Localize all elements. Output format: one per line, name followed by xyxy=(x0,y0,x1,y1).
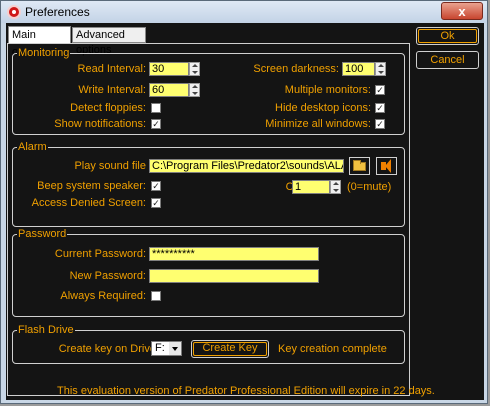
cancel-button[interactable]: Cancel xyxy=(416,51,479,69)
write-interval-label: Write Interval: xyxy=(78,84,146,96)
create-key-button-focus xyxy=(193,342,267,356)
folder-icon xyxy=(353,160,366,171)
screen-darkness-input[interactable]: 100 xyxy=(342,62,375,76)
always-required-label: Always Required: xyxy=(60,290,146,302)
minimize-all-windows-label: Minimize all windows: xyxy=(265,118,371,130)
new-password-label: New Password: xyxy=(69,270,146,282)
key-creation-status: Key creation complete xyxy=(278,343,387,355)
multiple-monitors-label: Multiple monitors: xyxy=(284,84,371,96)
detect-floppies-checkbox[interactable] xyxy=(151,103,161,113)
browse-sound-button[interactable] xyxy=(349,157,370,175)
play-sound-button[interactable] xyxy=(376,157,397,175)
beep-speaker-label: Beep system speaker: xyxy=(37,180,146,192)
preferences-window: Preferences x Main options Advanced opti… xyxy=(0,0,488,404)
read-interval-spinner[interactable] xyxy=(189,62,200,76)
access-denied-label: Access Denied Screen: xyxy=(31,197,146,209)
title-bar: Preferences x xyxy=(1,1,487,23)
speaker-icon xyxy=(381,159,391,173)
beep-speaker-checkbox[interactable]: ✓ xyxy=(151,181,161,191)
show-notifications-label: Show notifications: xyxy=(54,118,146,130)
ok-button-focus xyxy=(418,29,477,43)
new-password-input[interactable] xyxy=(149,269,319,283)
drive-select-value: F: xyxy=(155,342,165,354)
screen-darkness-spinner[interactable] xyxy=(375,62,386,76)
create-key-label: Create key on Drive: xyxy=(58,343,159,355)
write-interval-input[interactable]: 60 xyxy=(149,83,189,97)
flash-drive-group: Flash Drive Create key on Drive: F: Crea… xyxy=(12,324,405,364)
always-required-checkbox[interactable] xyxy=(151,291,161,301)
evaluation-message: This evaluation version of Predator Prof… xyxy=(57,385,435,397)
current-password-label: Current Password: xyxy=(54,248,146,260)
ok-button[interactable]: Ok xyxy=(416,27,479,45)
current-password-input[interactable]: ********** xyxy=(149,247,319,261)
read-interval-input[interactable]: 30 xyxy=(149,62,189,76)
alarm-group: Alarm Play sound file C:\Program Files\P… xyxy=(12,141,405,227)
count-hint: (0=mute) xyxy=(347,181,392,193)
cancel-button-label: Cancel xyxy=(430,54,465,66)
main-options-panel: Monitoring Read Interval: 30 Write Inter… xyxy=(7,43,435,397)
play-sound-label: Play sound file xyxy=(74,160,146,172)
write-interval-spinner[interactable] xyxy=(189,83,200,97)
flash-drive-legend: Flash Drive xyxy=(17,324,75,336)
alarm-legend: Alarm xyxy=(17,141,48,153)
monitoring-legend: Monitoring xyxy=(17,47,71,59)
create-key-button[interactable]: Create Key xyxy=(191,340,269,358)
chevron-down-icon xyxy=(169,342,181,355)
access-denied-checkbox[interactable]: ✓ xyxy=(151,198,161,208)
sound-file-input[interactable]: C:\Program Files\Predator2\sounds\ALARM.… xyxy=(149,159,344,173)
count-input[interactable]: 1 xyxy=(292,180,330,194)
hide-desktop-icons-label: Hide desktop icons: xyxy=(275,102,371,114)
hide-desktop-icons-checkbox[interactable]: ✓ xyxy=(375,103,385,113)
drive-select[interactable]: F: xyxy=(151,341,182,356)
password-legend: Password xyxy=(17,228,68,240)
app-icon xyxy=(7,5,21,19)
window-title: Preferences xyxy=(25,5,90,19)
detect-floppies-label: Detect floppies: xyxy=(70,102,146,114)
tab-main-options[interactable]: Main options xyxy=(8,26,71,58)
screen-darkness-label: Screen darkness: xyxy=(253,63,339,75)
monitoring-group: Monitoring Read Interval: 30 Write Inter… xyxy=(12,47,405,135)
dialog-body: Main options Advanced options Monitoring… xyxy=(6,23,484,400)
multiple-monitors-checkbox[interactable]: ✓ xyxy=(375,85,385,95)
read-interval-label: Read Interval: xyxy=(77,63,146,75)
show-notifications-checkbox[interactable]: ✓ xyxy=(151,119,161,129)
tab-advanced-options[interactable]: Advanced options xyxy=(72,27,146,56)
minimize-all-windows-checkbox[interactable]: ✓ xyxy=(375,119,385,129)
close-button[interactable]: x xyxy=(441,2,483,20)
count-spinner[interactable] xyxy=(330,180,341,194)
password-group: Password Current Password: ********** Ne… xyxy=(12,228,405,317)
